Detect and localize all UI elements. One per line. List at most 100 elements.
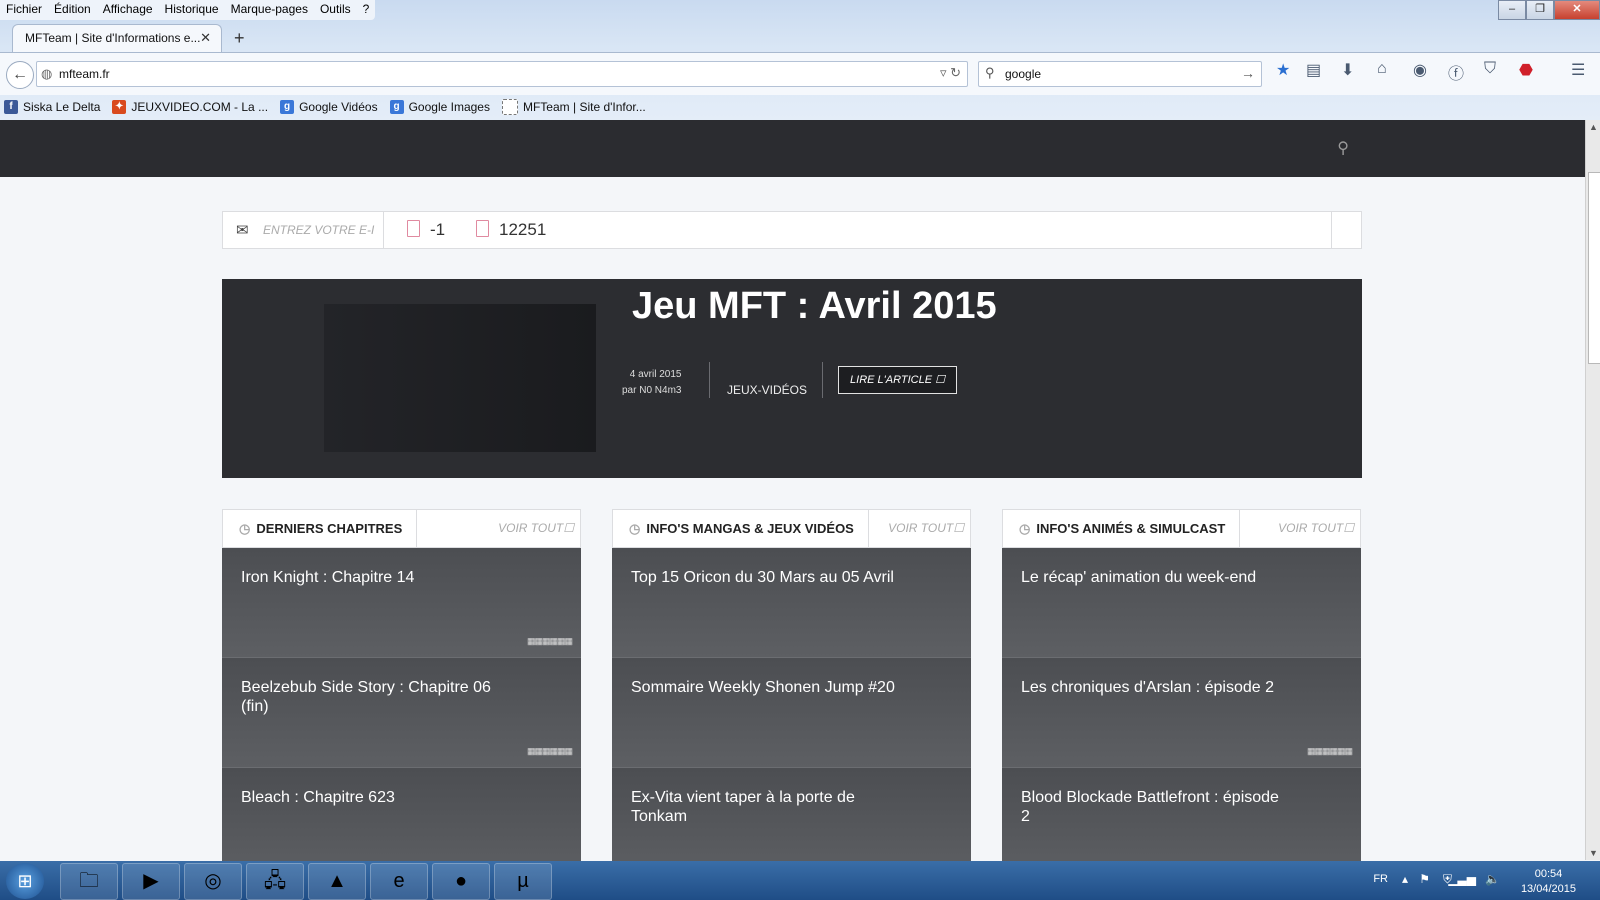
featured-title[interactable]: Jeu MFT : Avril 2015 bbox=[632, 285, 997, 328]
article-category[interactable]: JEUX-VIDÉOS bbox=[727, 383, 807, 397]
signal-icon[interactable]: ▁▃▅ bbox=[1448, 872, 1476, 886]
column-mangas-jeux: ◷ INFO'S MANGAS & JEUX VIDÉOS VOIR TOUT☐ … bbox=[612, 509, 971, 878]
facebook-icon: f bbox=[4, 100, 18, 114]
voir-tout-label: VOIR TOUT bbox=[1278, 521, 1344, 535]
back-button[interactable]: ← bbox=[6, 61, 34, 89]
article-card[interactable]: Top 15 Oricon du 30 Mars au 05 Avril bbox=[612, 548, 971, 658]
menu-fichier[interactable]: Fichier bbox=[0, 0, 48, 20]
browser-tab[interactable]: MFTeam | Site d'Informations e... ✕ bbox=[12, 24, 222, 53]
card-title: Ex-Vita vient taper à la porte de Tonkam bbox=[631, 789, 855, 825]
rating-bars-icon: ▦▦▦▦▦▦ bbox=[1306, 746, 1353, 756]
menu-affichage[interactable]: Affichage bbox=[97, 0, 159, 20]
tab-close-icon[interactable]: ✕ bbox=[200, 30, 211, 46]
home-icon[interactable]: ⌂ bbox=[1377, 60, 1387, 78]
utorrent-icon[interactable]: µ bbox=[494, 863, 552, 900]
bookmark-item[interactable]: MFTeam | Site d'Infor... bbox=[501, 99, 646, 115]
shield-icon[interactable]: ⛉ bbox=[1484, 60, 1496, 78]
featured-image[interactable] bbox=[324, 304, 596, 452]
column-title: ◷ DERNIERS CHAPITRES bbox=[223, 510, 418, 547]
site-header-bar: ⚲ bbox=[0, 120, 1585, 177]
download-icon[interactable]: ⬇ bbox=[1341, 60, 1354, 80]
column-header: ◷ INFO'S MANGAS & JEUX VIDÉOS VOIR TOUT☐ bbox=[612, 509, 971, 548]
divider bbox=[822, 362, 823, 398]
browser-chrome: Fichier Édition Affichage Historique Mar… bbox=[0, 0, 1600, 120]
menu-edition[interactable]: Édition bbox=[48, 0, 97, 20]
scroll-thumb[interactable] bbox=[1588, 172, 1600, 364]
bookmark-label: Google Images bbox=[408, 100, 490, 114]
flag-icon[interactable]: ⚑ bbox=[1419, 872, 1430, 886]
read-article-label: LIRE L'ARTICLE bbox=[850, 374, 933, 386]
star-icon[interactable]: ★ bbox=[1276, 60, 1290, 80]
menu-hamburger-icon[interactable]: ☰ bbox=[1571, 60, 1585, 80]
article-card[interactable]: Les chroniques d'Arslan : épisode 2 ▦▦▦▦▦… bbox=[1002, 658, 1361, 768]
email-input[interactable]: ENTREZ VOTRE E-I bbox=[263, 223, 374, 237]
menu-outils[interactable]: Outils bbox=[314, 0, 357, 20]
firefox-icon[interactable]: ● bbox=[432, 863, 490, 900]
explorer-icon[interactable]: 🗀 bbox=[60, 863, 118, 900]
menu-bar: Fichier Édition Affichage Historique Mar… bbox=[0, 0, 376, 20]
facebook-ext-icon[interactable]: ⓕ bbox=[1448, 60, 1464, 84]
counter-value: -1 bbox=[430, 220, 446, 239]
read-article-button[interactable]: LIRE L'ARTICLE ☐ bbox=[838, 366, 957, 394]
menu-help[interactable]: ? bbox=[357, 0, 376, 20]
search-field[interactable]: ⚲ google → bbox=[978, 61, 1262, 87]
vlc-icon[interactable]: ▲ bbox=[308, 863, 366, 900]
counter-icon bbox=[407, 220, 420, 237]
chat-icon[interactable]: ◉ bbox=[1413, 60, 1427, 80]
volume-icon[interactable]: 🔈 bbox=[1485, 872, 1500, 886]
search-go-icon[interactable]: → bbox=[1241, 65, 1255, 81]
voir-tout-link[interactable]: VOIR TOUT☐ bbox=[498, 521, 574, 535]
globe-icon: ◍ bbox=[41, 66, 53, 81]
bookmark-item[interactable]: g Google Images bbox=[389, 100, 490, 114]
card-title: Le récap' animation du week-end bbox=[1021, 569, 1257, 586]
article-card[interactable]: Iron Knight : Chapitre 14 ▦▦▦▦▦▦ bbox=[222, 548, 581, 658]
media-player-icon[interactable]: ▶ bbox=[122, 863, 180, 900]
article-card[interactable]: Beelzebub Side Story : Chapitre 06 (fin)… bbox=[222, 658, 581, 768]
counter-icon bbox=[476, 220, 489, 237]
clock-icon: ◷ bbox=[629, 520, 641, 536]
menu-marque-pages[interactable]: Marque-pages bbox=[225, 0, 314, 20]
voir-tout-link[interactable]: VOIR TOUT☐ bbox=[1278, 521, 1354, 535]
maximize-button[interactable]: ❐ bbox=[1526, 0, 1554, 20]
language-indicator[interactable]: FR bbox=[1373, 873, 1388, 885]
reading-list-icon[interactable]: ▤ bbox=[1306, 60, 1321, 80]
bookmark-item[interactable]: g Google Vidéos bbox=[280, 100, 378, 114]
card-title: Top 15 Oricon du 30 Mars au 05 Avril bbox=[631, 569, 894, 586]
adblock-icon[interactable]: ⬣ bbox=[1519, 60, 1533, 80]
clock-date: 13/04/2015 bbox=[1520, 883, 1576, 895]
column-title: ◷ INFO'S MANGAS & JEUX VIDÉOS bbox=[613, 510, 869, 547]
column-header: ◷ INFO'S ANIMÉS & SIMULCAST VOIR TOUT☐ bbox=[1002, 509, 1361, 548]
clock-time: 00:54 bbox=[1534, 868, 1563, 880]
voir-tout-link[interactable]: VOIR TOUT☐ bbox=[888, 521, 964, 535]
article-card[interactable]: Sommaire Weekly Shonen Jump #20 bbox=[612, 658, 971, 768]
article-card[interactable]: Le récap' animation du week-end bbox=[1002, 548, 1361, 658]
page-scrollbar[interactable]: ▲ ▼ bbox=[1585, 120, 1600, 860]
column-header: ◷ DERNIERS CHAPITRES VOIR TOUT☐ bbox=[222, 509, 581, 548]
bookmark-item[interactable]: f Siska Le Delta bbox=[4, 100, 100, 114]
reload-icon[interactable]: ▿ ↻ bbox=[940, 65, 961, 81]
network-icon[interactable]: 🖧 bbox=[246, 863, 304, 900]
clock[interactable]: 00:54 13/04/2015 bbox=[1521, 867, 1576, 897]
ie-icon[interactable]: e bbox=[370, 863, 428, 900]
scroll-down-icon[interactable]: ▼ bbox=[1589, 848, 1598, 858]
newsletter-bar: ✉ ENTREZ VOTRE E-I -1 12251 bbox=[222, 211, 1362, 249]
column-title-text: DERNIERS CHAPITRES bbox=[256, 521, 403, 536]
minimize-button[interactable]: – bbox=[1498, 0, 1526, 20]
start-button[interactable]: ⊞ bbox=[6, 863, 44, 899]
scroll-up-icon[interactable]: ▲ bbox=[1589, 122, 1598, 132]
new-tab-button[interactable]: + bbox=[234, 28, 245, 49]
tab-title: MFTeam | Site d'Informations e... bbox=[25, 31, 201, 45]
menu-historique[interactable]: Historique bbox=[159, 0, 225, 20]
bookmarks-bar: f Siska Le Delta ✦ JEUXVIDEO.COM - La ..… bbox=[0, 95, 1600, 119]
chrome-icon[interactable]: ◎ bbox=[184, 863, 242, 900]
tray-expand-icon[interactable]: ▴ bbox=[1402, 872, 1408, 886]
taskbar: ⊞ 🗀 ▶ ◎ 🖧 ▲ e ● µ FR ▴ ⚑ ⛨ ▁▃▅ 🔈 00:54 1… bbox=[0, 861, 1600, 900]
google-icon: g bbox=[389, 100, 404, 114]
column-chapters: ◷ DERNIERS CHAPITRES VOIR TOUT☐ Iron Knig… bbox=[222, 509, 581, 878]
bookmark-item[interactable]: ✦ JEUXVIDEO.COM - La ... bbox=[112, 100, 268, 114]
column-title-text: INFO'S MANGAS & JEUX VIDÉOS bbox=[646, 521, 854, 536]
column-animes: ◷ INFO'S ANIMÉS & SIMULCAST VOIR TOUT☐ Le… bbox=[1002, 509, 1361, 878]
url-bar[interactable]: ◍ mfteam.fr ▿ ↻ bbox=[36, 61, 968, 87]
site-search-icon[interactable]: ⚲ bbox=[1337, 138, 1349, 158]
close-window-button[interactable]: ✕ bbox=[1554, 0, 1600, 20]
